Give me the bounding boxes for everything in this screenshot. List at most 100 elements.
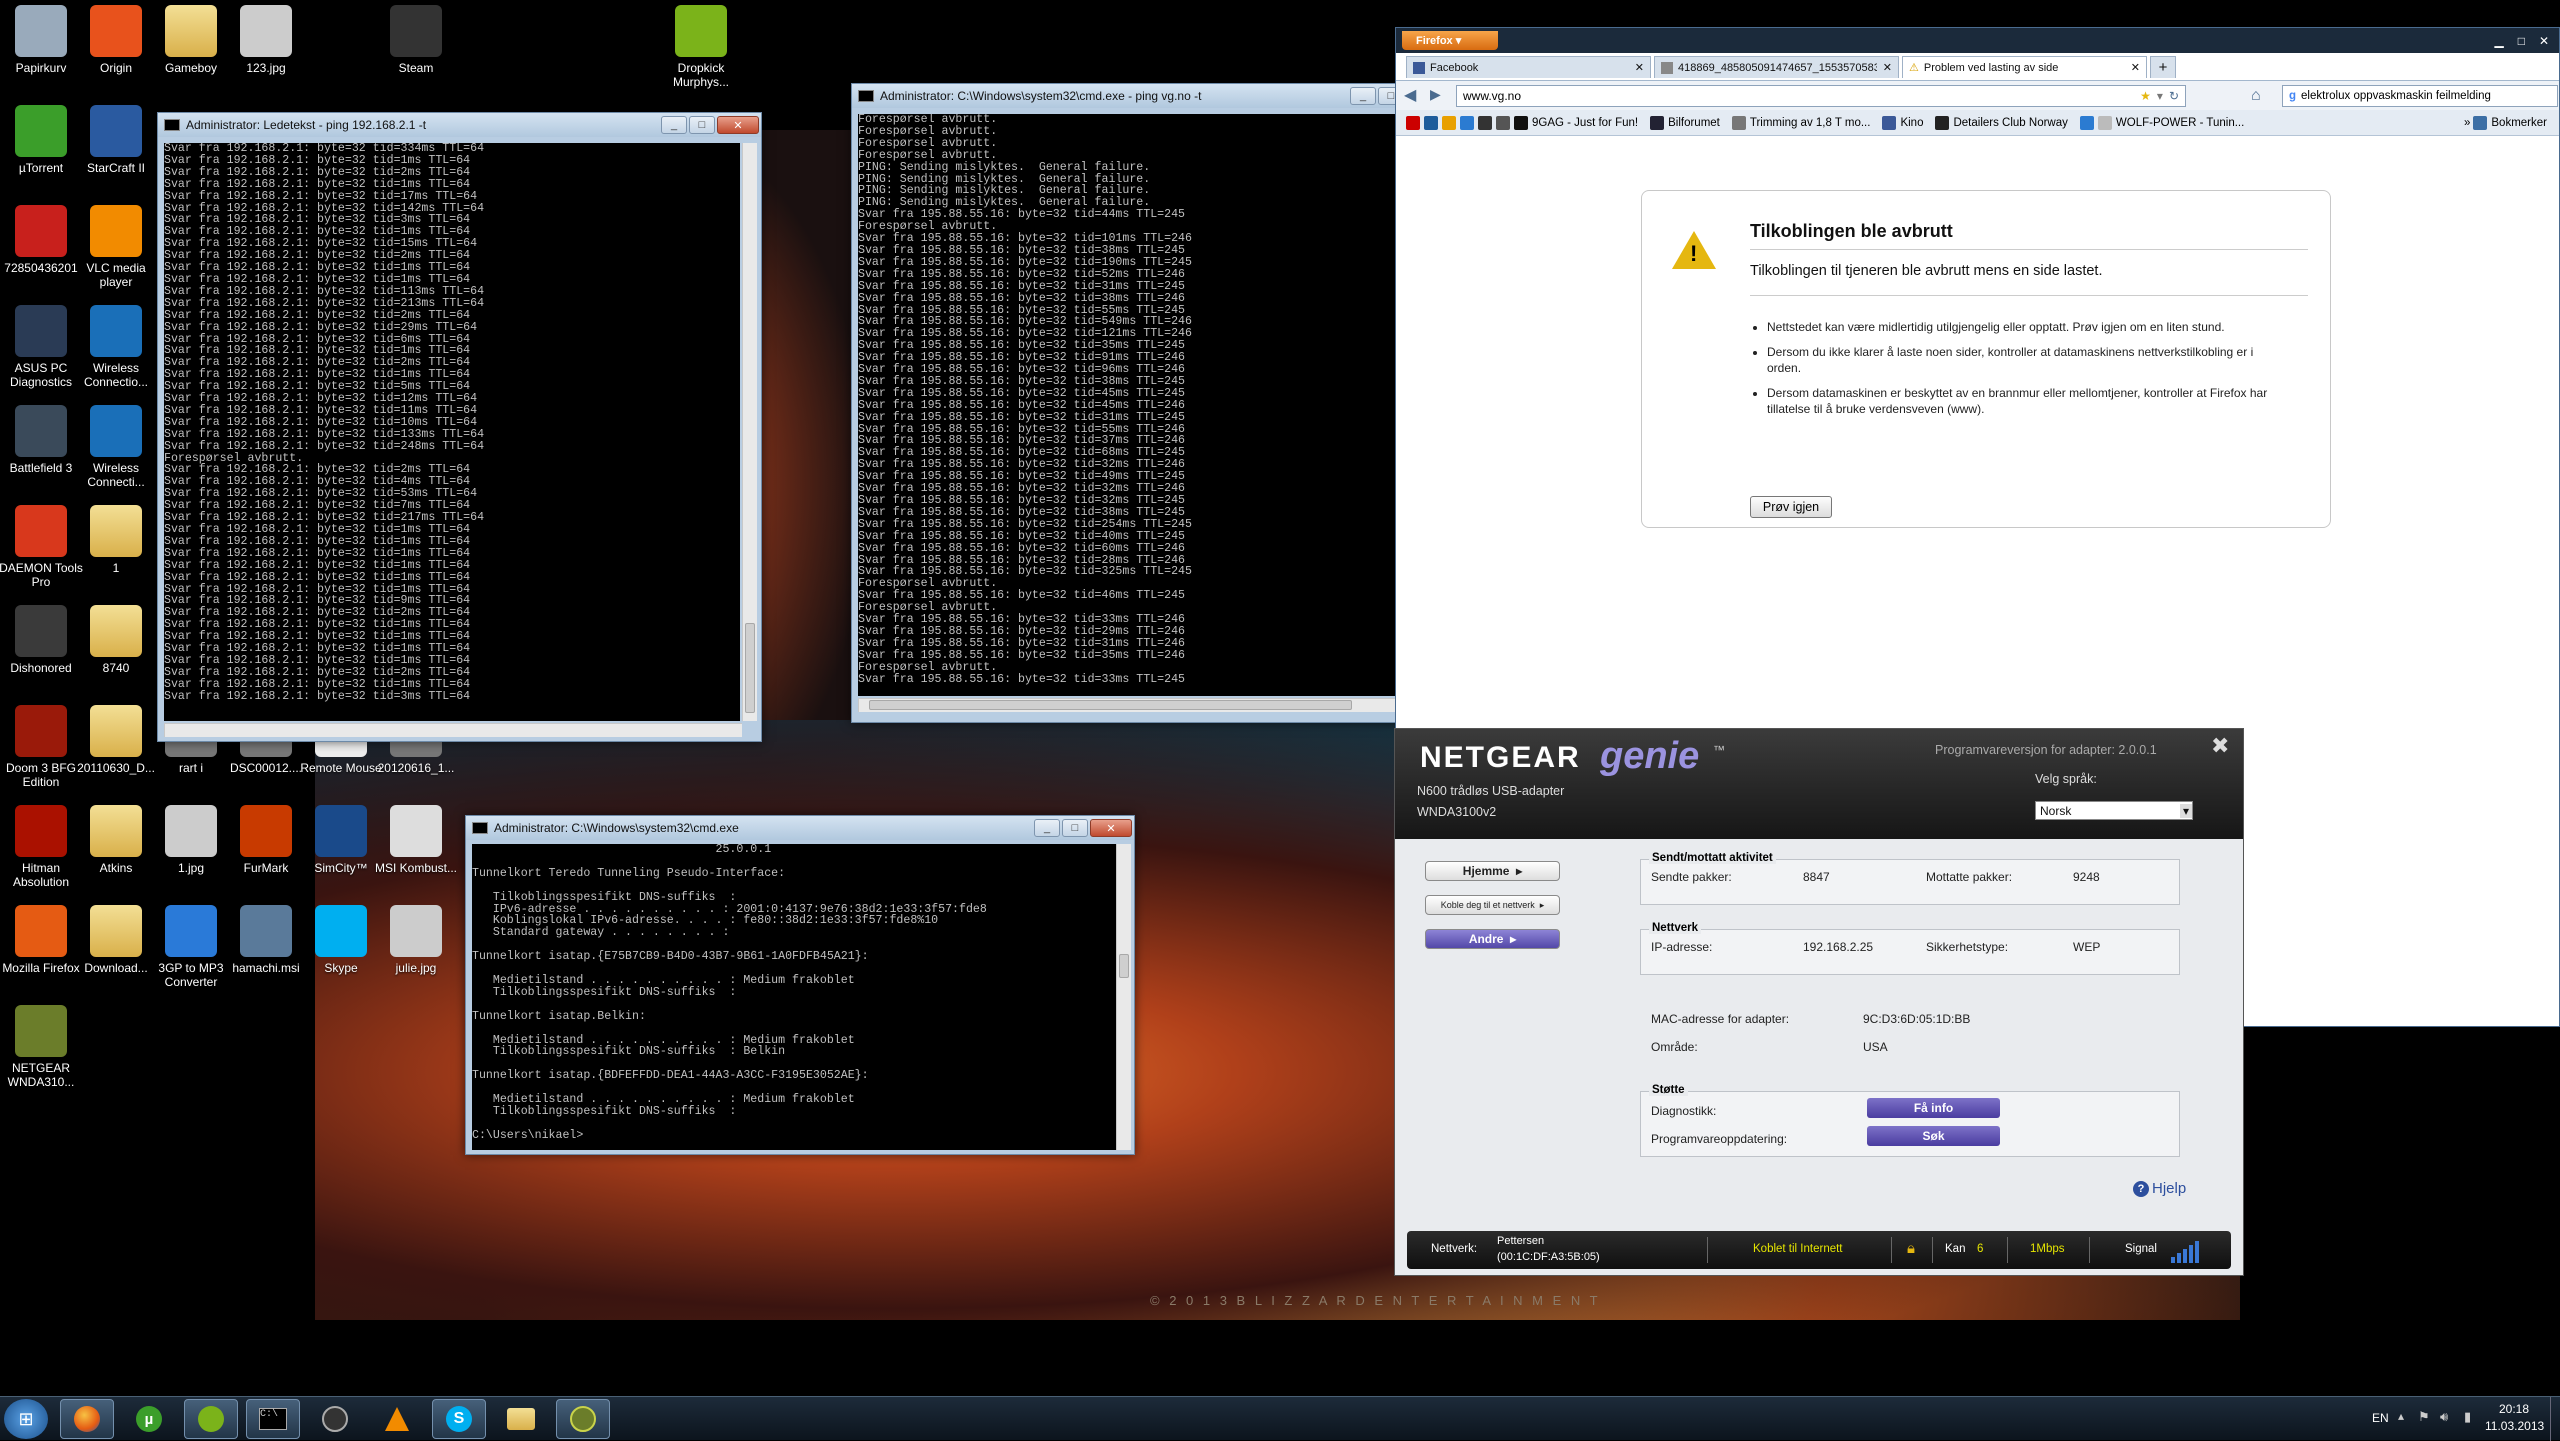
bookmark-item[interactable]: 9GAG - Just for Fun! [1514, 115, 1638, 130]
language-indicator[interactable]: EN [2372, 1411, 2389, 1425]
channel-value: 6 [1977, 1243, 1984, 1255]
cmd-window-ping-vg[interactable]: Administrator: C:\Windows\system32\cmd.e… [851, 83, 1451, 723]
nav-home-button[interactable]: Hjemme ▸ [1425, 861, 1560, 881]
horizontal-scrollbar[interactable] [858, 698, 1432, 712]
close-tab-icon[interactable]: ✕ [2131, 61, 2140, 74]
bookmark-item[interactable]: Detailers Club Norway [1935, 115, 2068, 130]
search-input[interactable]: g elektrolux oppvaskmaskin feilmelding [2282, 85, 2558, 107]
desktop-icon[interactable]: Steam [370, 5, 462, 75]
taskbar-cmd[interactable]: C:\ [246, 1399, 300, 1439]
console-line: Svar fra 195.88.55.16: byte=32 tid=40ms … [858, 529, 1185, 543]
bookmark-icon[interactable] [1460, 115, 1474, 130]
vertical-scrollbar[interactable] [742, 143, 757, 721]
error-suggestions: Nettstedet kan være midlertidig utilgjen… [1767, 319, 2277, 417]
bookmark-icon[interactable] [1424, 115, 1438, 130]
desktop-icon[interactable]: Wireless Connectio... [70, 305, 162, 389]
network-icon[interactable]: ▮ [2464, 1409, 2471, 1425]
youtube-icon[interactable] [1406, 115, 1420, 130]
close-tab-icon[interactable]: ✕ [1635, 61, 1644, 74]
title-bar[interactable]: Administrator: C:\Windows\system32\cmd.e… [466, 816, 1134, 840]
taskbar-spotify[interactable] [184, 1399, 238, 1439]
maximize-button[interactable]: □ [2518, 34, 2525, 48]
desktop-icon[interactable]: StarCraft II [70, 105, 162, 175]
minimize-button[interactable]: _ [1350, 87, 1376, 105]
volume-icon[interactable]: 🔊︎ [2440, 1409, 2448, 1425]
horizontal-scrollbar[interactable] [164, 723, 742, 737]
firefox-menu-label: Firefox [1416, 34, 1453, 47]
desktop-icon[interactable]: MSI Kombust... [370, 805, 462, 875]
lock-icon: 🔒︎ [1907, 1240, 1915, 1257]
firefox-menu-button[interactable]: Firefox ▾ [1402, 31, 1498, 50]
desktop-icon[interactable]: 1 [70, 505, 162, 575]
bookmark-item[interactable]: Kino [1882, 115, 1923, 130]
clock-date[interactable]: 11.03.2013 [2485, 1419, 2544, 1433]
nav-connect-button[interactable]: Koble deg til et nettverk ▸ [1425, 895, 1560, 915]
back-icon[interactable]: ◀ [1404, 85, 1416, 105]
new-tab-button[interactable]: + [2150, 56, 2176, 78]
reload-icon[interactable]: ↻ [2169, 89, 2179, 103]
netgear-genie-window[interactable]: NETGEAR genie ™ N600 trådløs USB-adapter… [1394, 728, 2244, 1276]
search-update-button[interactable]: Søk [1867, 1126, 2000, 1146]
bookmark-star-icon[interactable]: ★ [2140, 89, 2151, 103]
taskbar-netgear[interactable] [556, 1399, 610, 1439]
close-tab-icon[interactable]: ✕ [1883, 61, 1892, 74]
taskbar-skype[interactable]: S [432, 1399, 486, 1439]
bookmarks-menu[interactable]: » Bokmerker [2464, 115, 2547, 130]
retry-button[interactable]: Prøv igjen [1750, 496, 1832, 518]
desktop-icon[interactable]: Wireless Connecti... [70, 405, 162, 489]
tab-image[interactable]: 418869_485805091474657_1553570583... ✕ [1654, 56, 1899, 78]
get-info-button[interactable]: Få info [1867, 1098, 2000, 1118]
minimize-button[interactable]: ▁ [2494, 34, 2503, 48]
desktop-icon[interactable]: 8740 [70, 605, 162, 675]
cmd-window-ipconfig[interactable]: Administrator: C:\Windows\system32\cmd.e… [465, 815, 1135, 1155]
taskbar-utorrent[interactable]: µ [122, 1399, 176, 1439]
tab-label: 418869_485805091474657_1553570583... [1678, 61, 1877, 74]
language-select[interactable]: Norsk ▾ [2035, 801, 2193, 820]
firefox-title-bar[interactable]: Firefox ▾ ▁ □ ✕ [1396, 28, 2559, 53]
forward-icon[interactable]: ▶ [1430, 86, 1441, 103]
desktop-icon[interactable]: Dropkick Murphys... [655, 5, 747, 89]
clock-time[interactable]: 20:18 [2485, 1402, 2543, 1416]
tab-error-page[interactable]: ⚠ Problem ved lasting av side ✕ [1902, 56, 2147, 78]
bookmark-item[interactable]: WOLF-POWER - Tunin... [2079, 115, 2244, 130]
close-button[interactable]: ✕ [717, 116, 759, 134]
desktop-icon[interactable]: NETGEAR WNDA310... [0, 1005, 87, 1089]
desktop-icon[interactable]: 123.jpg [220, 5, 312, 75]
show-desktop-button[interactable] [2550, 1397, 2560, 1441]
desktop-icon[interactable]: VLC media player [70, 205, 162, 289]
title-bar[interactable]: Administrator: Ledetekst - ping 192.168.… [158, 113, 761, 137]
taskbar-vlc[interactable] [370, 1399, 424, 1439]
maximize-button[interactable]: □ [689, 116, 715, 134]
bookmark-item[interactable]: Trimming av 1,8 T mo... [1731, 115, 1870, 130]
vertical-scrollbar[interactable] [1116, 844, 1131, 1150]
nav-other-button[interactable]: Andre ▸ [1425, 929, 1560, 949]
mac-label: MAC-adresse for adapter: [1651, 1012, 1790, 1026]
desktop-icon[interactable]: julie.jpg [370, 905, 462, 975]
taskbar-firefox[interactable] [60, 1399, 114, 1439]
bookmark-icon[interactable] [1478, 115, 1492, 130]
bookmark-icon[interactable] [1442, 115, 1456, 130]
close-icon[interactable]: ✖ [2211, 733, 2229, 759]
bookmark-icon[interactable] [1496, 115, 1510, 130]
close-button[interactable]: ✕ [2539, 34, 2549, 48]
dropdown-icon[interactable]: ▾ [2157, 89, 2163, 103]
console-line: Svar fra 195.88.55.16: byte=32 tid=35ms … [858, 648, 1185, 662]
taskbar-explorer[interactable] [494, 1399, 548, 1439]
help-link[interactable]: ? Hjelp [2133, 1180, 2186, 1197]
title-bar[interactable]: Administrator: C:\Windows\system32\cmd.e… [852, 84, 1450, 108]
tab-facebook[interactable]: Facebook ✕ [1406, 56, 1651, 78]
desktop-icon-label: MSI Kombust... [374, 861, 458, 875]
maximize-button[interactable]: □ [1062, 819, 1088, 837]
minimize-button[interactable]: _ [661, 116, 687, 134]
url-input[interactable]: www.vg.no ★ ▾ ↻ [1456, 85, 2186, 107]
start-button[interactable]: ⊞ [4, 1399, 48, 1439]
taskbar-steam[interactable] [308, 1399, 362, 1439]
help-icon: ? [2133, 1180, 2149, 1197]
show-hidden-icons[interactable]: ▴ [2398, 1409, 2404, 1423]
close-button[interactable]: ✕ [1090, 819, 1132, 837]
bookmark-item[interactable]: Bilforumet [1650, 115, 1720, 130]
cmd-window-ping-router[interactable]: Administrator: Ledetekst - ping 192.168.… [157, 112, 762, 742]
flag-icon[interactable]: ⚑ [2418, 1409, 2430, 1425]
minimize-button[interactable]: _ [1034, 819, 1060, 837]
home-icon[interactable]: ⌂ [2251, 87, 2261, 105]
